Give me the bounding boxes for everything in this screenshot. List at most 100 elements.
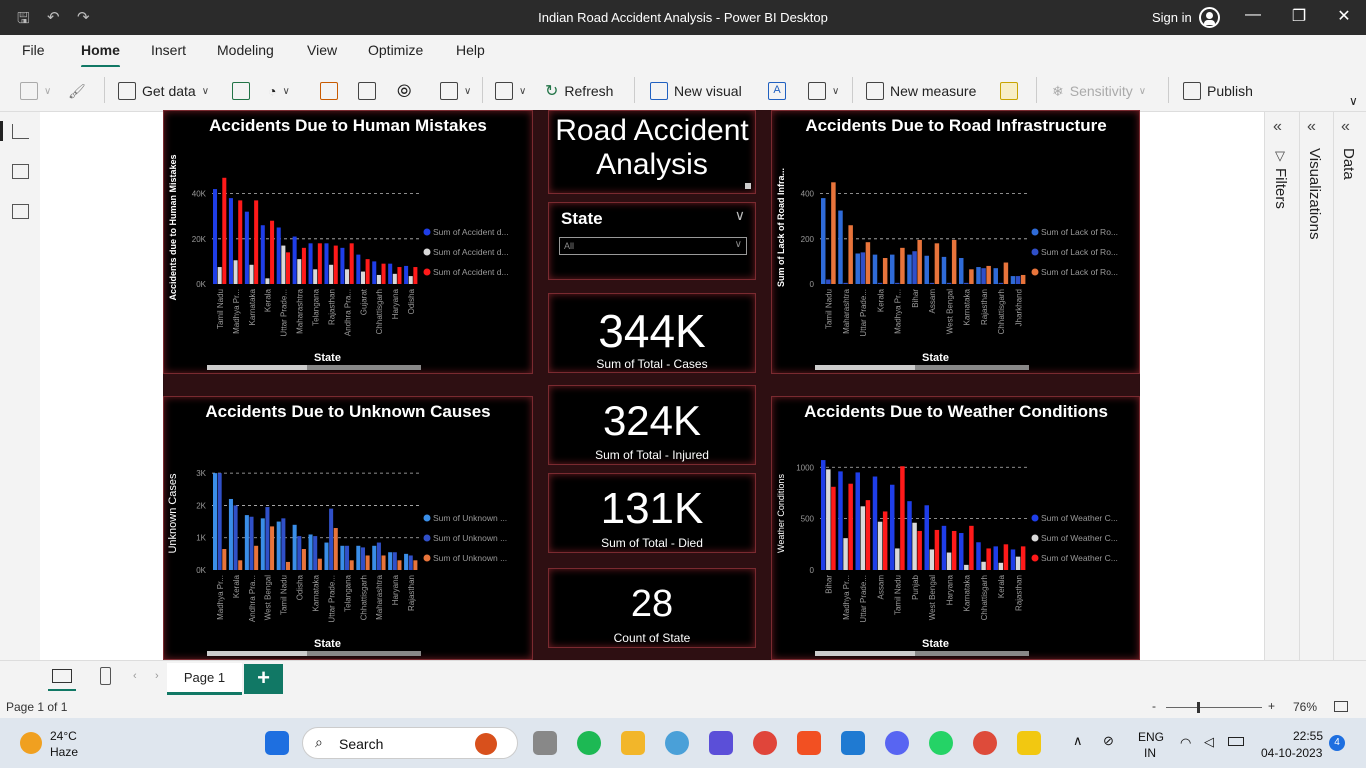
dataverse-button[interactable]: ⦾ [397, 80, 411, 102]
notification-badge[interactable]: 4 [1329, 735, 1345, 751]
unknown-causes-chart[interactable]: Accidents Due to Unknown Causes Unknown C… [163, 396, 533, 660]
card-total-cases[interactable]: 344K Sum of Total - Cases [548, 293, 756, 373]
collapse-data-icon[interactable]: « [1341, 118, 1350, 136]
more-visuals-button[interactable]: ∨ [808, 80, 839, 102]
clock-date[interactable]: 04-10-2023 [1261, 746, 1322, 760]
visualizations-pane-tab[interactable]: Visualizations [1306, 148, 1323, 239]
publish-button[interactable]: Publish [1183, 80, 1253, 102]
slicer-chevron-icon[interactable]: ∨ [735, 207, 745, 224]
add-page-button[interactable]: + [244, 664, 283, 694]
sql-button[interactable] [320, 80, 338, 102]
show-hidden-icons[interactable]: ∧ [1073, 733, 1083, 749]
teams-chat-icon[interactable] [665, 731, 689, 755]
power-bi-icon[interactable] [1017, 731, 1041, 755]
language-eng[interactable]: ENG [1138, 730, 1164, 744]
tab-insert[interactable]: Insert [151, 42, 186, 58]
slicer-dropdown[interactable]: All ∨ [559, 237, 747, 255]
bar [317, 558, 322, 570]
vscode-icon[interactable] [841, 731, 865, 755]
spotify-icon[interactable] [577, 731, 601, 755]
zoom-level[interactable]: 76% [1293, 700, 1317, 714]
tab-help[interactable]: Help [456, 42, 485, 58]
weather-conditions-chart[interactable]: Accidents Due to Weather Conditions Weath… [771, 396, 1140, 660]
prev-page-icon[interactable]: ‹ [133, 670, 137, 682]
text-box-button[interactable]: A [768, 80, 786, 102]
chrome-icon[interactable] [753, 731, 777, 755]
excel-button[interactable] [232, 80, 250, 102]
mobile-layout-icon[interactable] [100, 667, 111, 685]
get-data-button[interactable]: Get data ∨ [118, 80, 209, 102]
state-slicer[interactable]: State ∨ All ∨ [548, 202, 756, 280]
zoom-in-button[interactable]: + [1268, 699, 1275, 713]
task-view-icon[interactable] [533, 731, 557, 755]
language-in[interactable]: IN [1144, 746, 1156, 760]
sign-in-link[interactable]: Sign in [1152, 10, 1192, 25]
wifi-icon[interactable]: ◠ [1180, 735, 1191, 751]
copilot-icon[interactable] [709, 731, 733, 755]
bar [349, 243, 354, 284]
desktop-layout-icon[interactable] [52, 669, 72, 683]
weather-icon[interactable] [20, 732, 42, 754]
windows-start-icon[interactable] [265, 731, 289, 755]
card-count-state[interactable]: 28 Count of State [548, 568, 756, 648]
maximize-button[interactable]: ❐ [1276, 6, 1322, 26]
chart-title: Accidents Due to Human Mistakes [209, 116, 487, 135]
whatsapp-icon[interactable] [929, 731, 953, 755]
filters-pane-tab[interactable]: Filters [1272, 168, 1289, 209]
zoom-out-button[interactable]: - [1152, 699, 1156, 713]
tab-view[interactable]: View [307, 42, 337, 58]
next-page-icon[interactable]: › [155, 670, 159, 682]
model-view-icon[interactable] [12, 204, 29, 219]
card-total-injured[interactable]: 324K Sum of Total - Injured [548, 385, 756, 465]
data-pane-tab[interactable]: Data [1340, 148, 1357, 180]
quick-measure-button[interactable] [1000, 80, 1018, 102]
report-view-icon[interactable] [0, 121, 29, 141]
x-tick-label: Assam [928, 289, 937, 314]
collapse-ribbon-icon[interactable]: ∨ [1349, 94, 1358, 108]
weather-desc[interactable]: Haze [50, 745, 78, 759]
chrome-profile-icon[interactable] [973, 731, 997, 755]
network-off-icon[interactable]: ⊘ [1103, 733, 1114, 749]
format-painter-button[interactable]: 🖌 [68, 80, 86, 102]
tab-home[interactable]: Home [81, 42, 120, 68]
store-icon[interactable] [797, 731, 821, 755]
volume-icon[interactable]: ◁ [1204, 734, 1214, 750]
tab-file[interactable]: File [22, 42, 45, 58]
clock-time[interactable]: 22:55 [1293, 729, 1323, 743]
onelake-button[interactable]: ◔ ∨ [268, 80, 290, 102]
paste-button[interactable]: ∨ [20, 80, 51, 102]
collapse-filters-icon[interactable]: « [1273, 118, 1282, 136]
new-visual-button[interactable]: New visual [650, 80, 742, 102]
weather-temp[interactable]: 24°C [50, 729, 77, 743]
sensitivity-button[interactable]: ❄ Sensitivity ∨ [1052, 80, 1146, 102]
card-total-died[interactable]: 131K Sum of Total - Died [548, 473, 756, 553]
bar [855, 253, 860, 284]
refresh-button[interactable]: ↻ Refresh [545, 80, 613, 102]
new-measure-button[interactable]: New measure [866, 80, 976, 102]
y-tick-label: 500 [801, 515, 815, 524]
bar [324, 243, 329, 284]
table-view-icon[interactable] [12, 164, 29, 179]
battery-icon[interactable] [1228, 737, 1244, 746]
enter-data-button[interactable] [358, 80, 376, 102]
human-mistakes-chart[interactable]: Accidents Due to Human Mistakes Accidents… [163, 110, 533, 374]
recent-sources-button[interactable]: ∨ [440, 80, 471, 102]
bar [308, 534, 313, 570]
zoom-slider[interactable] [1166, 707, 1262, 708]
minimize-button[interactable]: — [1230, 6, 1276, 24]
page-tab-1[interactable]: Page 1 [167, 663, 242, 695]
tab-optimize[interactable]: Optimize [368, 42, 423, 58]
fit-to-page-icon[interactable] [1334, 701, 1348, 712]
legend-entry: Sum of Accident d... [433, 227, 509, 237]
transform-data-button[interactable]: ∨ [495, 80, 526, 102]
sensitivity-label: Sensitivity [1069, 83, 1133, 99]
close-button[interactable]: ✕ [1321, 6, 1366, 26]
road-infrastructure-chart[interactable]: Accidents Due to Road Infrastructure Sum … [771, 110, 1140, 374]
zoom-slider-thumb[interactable] [1197, 702, 1200, 713]
user-avatar-icon[interactable] [1199, 7, 1220, 28]
taskbar-search[interactable]: ⌕ Search [302, 727, 518, 759]
discord-icon[interactable] [885, 731, 909, 755]
file-explorer-icon[interactable] [621, 731, 645, 755]
collapse-visualizations-icon[interactable]: « [1307, 118, 1316, 136]
tab-modeling[interactable]: Modeling [217, 42, 274, 58]
